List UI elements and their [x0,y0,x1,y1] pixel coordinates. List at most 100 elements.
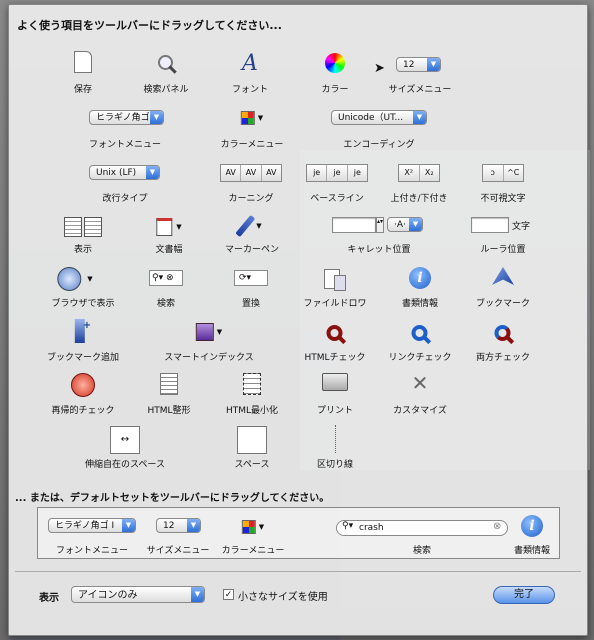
space-icon[interactable] [237,426,267,454]
default-color-menu-label: カラーメニュー [221,546,285,556]
html-check-icon[interactable] [326,321,347,345]
font-popup[interactable]: ヒラギノ角ゴ ▼ [89,110,164,125]
font-icon[interactable]: A [242,51,258,76]
smart-index-icon[interactable]: ▼ [195,323,222,341]
tools-icon[interactable]: ✕ [412,371,429,395]
save-icon[interactable] [74,51,92,73]
popup-arrow-icon: ▼ [187,519,200,532]
item-bookmark-label: ブックマーク [475,299,531,309]
flexible-space-icon[interactable]: ↔ [110,426,140,454]
control-char-icon[interactable]: ^C [504,165,524,181]
ruler-unit: 文字 [512,222,531,232]
popup-arrow-icon: ▼ [150,111,163,124]
marker-pen-icon[interactable]: ▼ [235,214,262,238]
kerning-control[interactable]: AV AV AV [220,164,282,182]
done-button[interactable]: 完了 [493,586,555,604]
display-icon[interactable] [64,217,102,237]
recursive-check-icon[interactable] [71,373,95,397]
return-char-icon[interactable]: ↄ [483,165,504,181]
replace-icon[interactable]: ⟳▾ [234,270,268,286]
add-bookmark-icon[interactable]: + [74,319,91,343]
item-super-sub-label: 上付き/下付き [390,194,448,204]
popup-arrow-icon: ▼ [122,519,135,532]
default-search-field[interactable]: crash [336,520,508,536]
default-size-popup[interactable]: 12 ▼ [156,518,201,533]
default-color-grid-icon[interactable]: ▼ [241,520,264,534]
encoding-popup[interactable]: Unicode（UT... ▼ [331,110,427,125]
show-label: 表示 [39,593,59,604]
magnifier-icon[interactable] [158,51,177,74]
file-drawer-icon[interactable] [324,267,346,291]
doc-width-icon[interactable]: ▼ [156,218,182,236]
baseline-up-icon[interactable]: je [307,165,328,181]
html-format-icon[interactable] [160,373,178,395]
popup-arrow-icon: ▼ [427,58,440,71]
show-mode-popup[interactable]: アイコンのみ ▼ [71,586,205,603]
small-size-checkbox[interactable]: ✓ [223,589,234,600]
item-size-menu-label: サイズメニュー [388,85,452,95]
kerning-tight-icon[interactable]: AV [221,165,242,181]
both-check-icon[interactable] [494,321,515,345]
bookmark-icon[interactable] [492,267,514,285]
item-html-format-label: HTML整形 [147,406,191,416]
color-grid-icon[interactable]: ▼ [240,111,263,125]
item-space-label: スペース [234,460,270,470]
popup-arrow-icon: ▼ [191,587,204,602]
item-both-check-label: 両方チェック [475,353,531,363]
search-menu-icon[interactable]: ⚲▾ [342,521,353,531]
customize-toolbar-sheet: よく使う項目をツールバーにドラッグしてください... 保存 検索パネル A フォ… [8,4,588,636]
super-sub-control[interactable]: X² X₂ [398,164,440,182]
item-add-bookmark-label: ブックマーク追加 [46,353,120,363]
item-customize-label: カスタマイズ [393,406,447,416]
color-wheel-icon[interactable] [325,53,345,73]
default-size-menu-label: サイズメニュー [146,546,210,556]
item-search-panel-label: 検索パネル [143,85,189,95]
caret-line-field[interactable] [332,217,376,233]
superscript-icon[interactable]: X² [399,165,420,181]
item-separator-label: 区切り線 [316,460,354,470]
baseline-control[interactable]: je je je [306,164,368,182]
caret-mode-popup[interactable]: ·A· ▼ [387,217,423,232]
item-print-label: プリント [316,406,354,416]
size-popup-value: 12 [403,60,415,70]
item-color-label: カラー [321,85,349,95]
kerning-loose-icon[interactable]: AV [262,165,281,181]
clear-search-icon[interactable]: ⊗ [493,521,501,532]
item-caret-label: キャレット位置 [347,245,411,255]
invisible-chars-control[interactable]: ↄ ^C [482,164,524,182]
info-icon[interactable]: i [409,267,431,289]
item-link-check-label: リンクチェック [388,353,452,363]
default-toolbar-set[interactable]: ヒラギノ角ゴ I ▼ フォントメニュー 12 ▼ サイズメニュー ▼ カラーメニュー… [37,507,560,559]
item-ruler-label: ルーラ位置 [480,245,526,255]
newline-popup[interactable]: Unix (LF) ▼ [89,165,160,180]
popup-arrow-icon: ▼ [146,166,159,179]
link-check-icon[interactable] [411,321,432,345]
item-font-label: フォント [231,85,269,95]
item-baseline-label: ベースライン [310,194,364,204]
item-html-check-label: HTMLチェック [304,353,366,363]
html-minimize-icon[interactable] [243,373,261,395]
kerning-normal-icon[interactable]: AV [241,165,262,181]
compass-icon[interactable]: ▼ [57,267,93,291]
caret-stepper[interactable]: ▴▾ [376,217,384,233]
search-field-icon[interactable]: ⚲▾ ⊗ [149,270,183,286]
show-mode-value: アイコンのみ [78,590,138,601]
subscript-icon[interactable]: X₂ [420,165,440,181]
printer-icon[interactable] [322,373,348,391]
ruler-field[interactable] [471,217,509,233]
item-flexible-space-label: 伸縮自在のスペース [85,460,165,470]
default-font-menu-label: フォントメニュー [55,546,129,556]
item-color-menu-label: カラーメニュー [220,140,284,150]
default-info-icon[interactable]: i [521,515,543,537]
separator-icon[interactable] [335,425,337,453]
mouse-cursor-icon: ➤ [374,61,385,76]
baseline-down-icon[interactable]: je [348,165,367,181]
default-font-popup[interactable]: ヒラギノ角ゴ I ▼ [48,518,136,533]
font-popup-value: ヒラギノ角ゴ [96,113,150,123]
item-browser-label: ブラウザで表示 [51,299,115,309]
size-popup[interactable]: 12 ▼ [396,57,441,72]
baseline-normal-icon[interactable]: je [327,165,348,181]
default-search-label: 検索 [412,546,432,556]
item-newline-label: 改行タイプ [102,194,148,204]
item-html-minimize-label: HTML最小化 [225,406,279,416]
